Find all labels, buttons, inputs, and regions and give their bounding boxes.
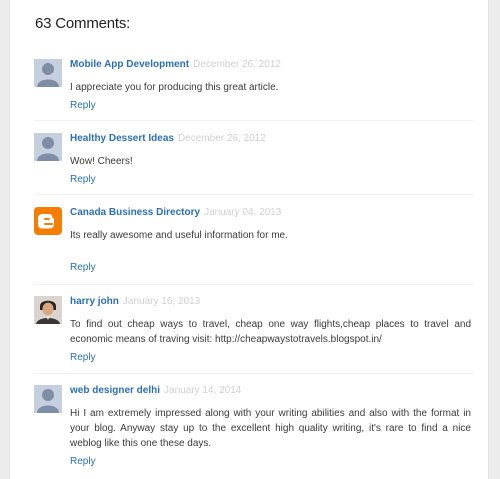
comments-panel: 63 Comments: Mobile App Development Decem… bbox=[9, 0, 489, 479]
default-avatar-icon[interactable] bbox=[34, 133, 62, 161]
reply-link[interactable]: Reply bbox=[70, 174, 96, 185]
comments-count-heading: 63 Comments: bbox=[35, 15, 131, 32]
comment-item: web designer delhi January 14, 2014 Hi I … bbox=[34, 385, 474, 467]
comment-divider bbox=[34, 120, 474, 121]
comment-divider bbox=[34, 373, 474, 374]
comment-item: Healthy Dessert Ideas December 26, 2012 W… bbox=[34, 133, 474, 185]
comment-date[interactable]: December 26, 2012 bbox=[193, 59, 281, 70]
reply-link[interactable]: Reply bbox=[70, 100, 96, 111]
comment-date[interactable]: January 04, 2013 bbox=[204, 207, 281, 218]
comment-author-link[interactable]: harry john bbox=[70, 296, 119, 307]
comment-text: I appreciate you for producing this grea… bbox=[70, 82, 279, 93]
comment-divider bbox=[34, 284, 474, 285]
comment-date[interactable]: December 26, 2012 bbox=[178, 133, 266, 144]
comment-text: Hi I am extremely impressed along with y… bbox=[70, 408, 471, 449]
comment-item: harry john January 16, 2013 To find out c… bbox=[34, 296, 474, 363]
comment-item: Mobile App Development December 26, 2012 … bbox=[34, 59, 474, 111]
comment-text: Its really awesome and useful informatio… bbox=[70, 230, 288, 241]
comment-text: To find out cheap ways to travel, cheap … bbox=[70, 319, 471, 345]
reply-link[interactable]: Reply bbox=[70, 456, 96, 467]
comment-date[interactable]: January 14, 2014 bbox=[164, 385, 241, 396]
comment-author-link[interactable]: Healthy Dessert Ideas bbox=[70, 133, 174, 144]
comment-author-link[interactable]: web designer delhi bbox=[70, 385, 160, 396]
reply-link[interactable]: Reply bbox=[70, 352, 96, 363]
comment-text: Wow! Cheers! bbox=[70, 156, 133, 167]
default-avatar-icon[interactable] bbox=[34, 385, 62, 413]
reply-link[interactable]: Reply bbox=[70, 262, 96, 273]
comment-item: Canada Business Directory January 04, 201… bbox=[34, 207, 474, 273]
default-avatar-icon[interactable] bbox=[34, 59, 62, 87]
profile-photo[interactable] bbox=[34, 296, 62, 324]
comment-author-link[interactable]: Canada Business Directory bbox=[70, 207, 200, 218]
comment-divider bbox=[34, 194, 474, 195]
blogger-avatar-icon[interactable] bbox=[34, 207, 62, 235]
comment-date[interactable]: January 16, 2013 bbox=[123, 296, 200, 307]
comment-author-link[interactable]: Mobile App Development bbox=[70, 59, 189, 70]
